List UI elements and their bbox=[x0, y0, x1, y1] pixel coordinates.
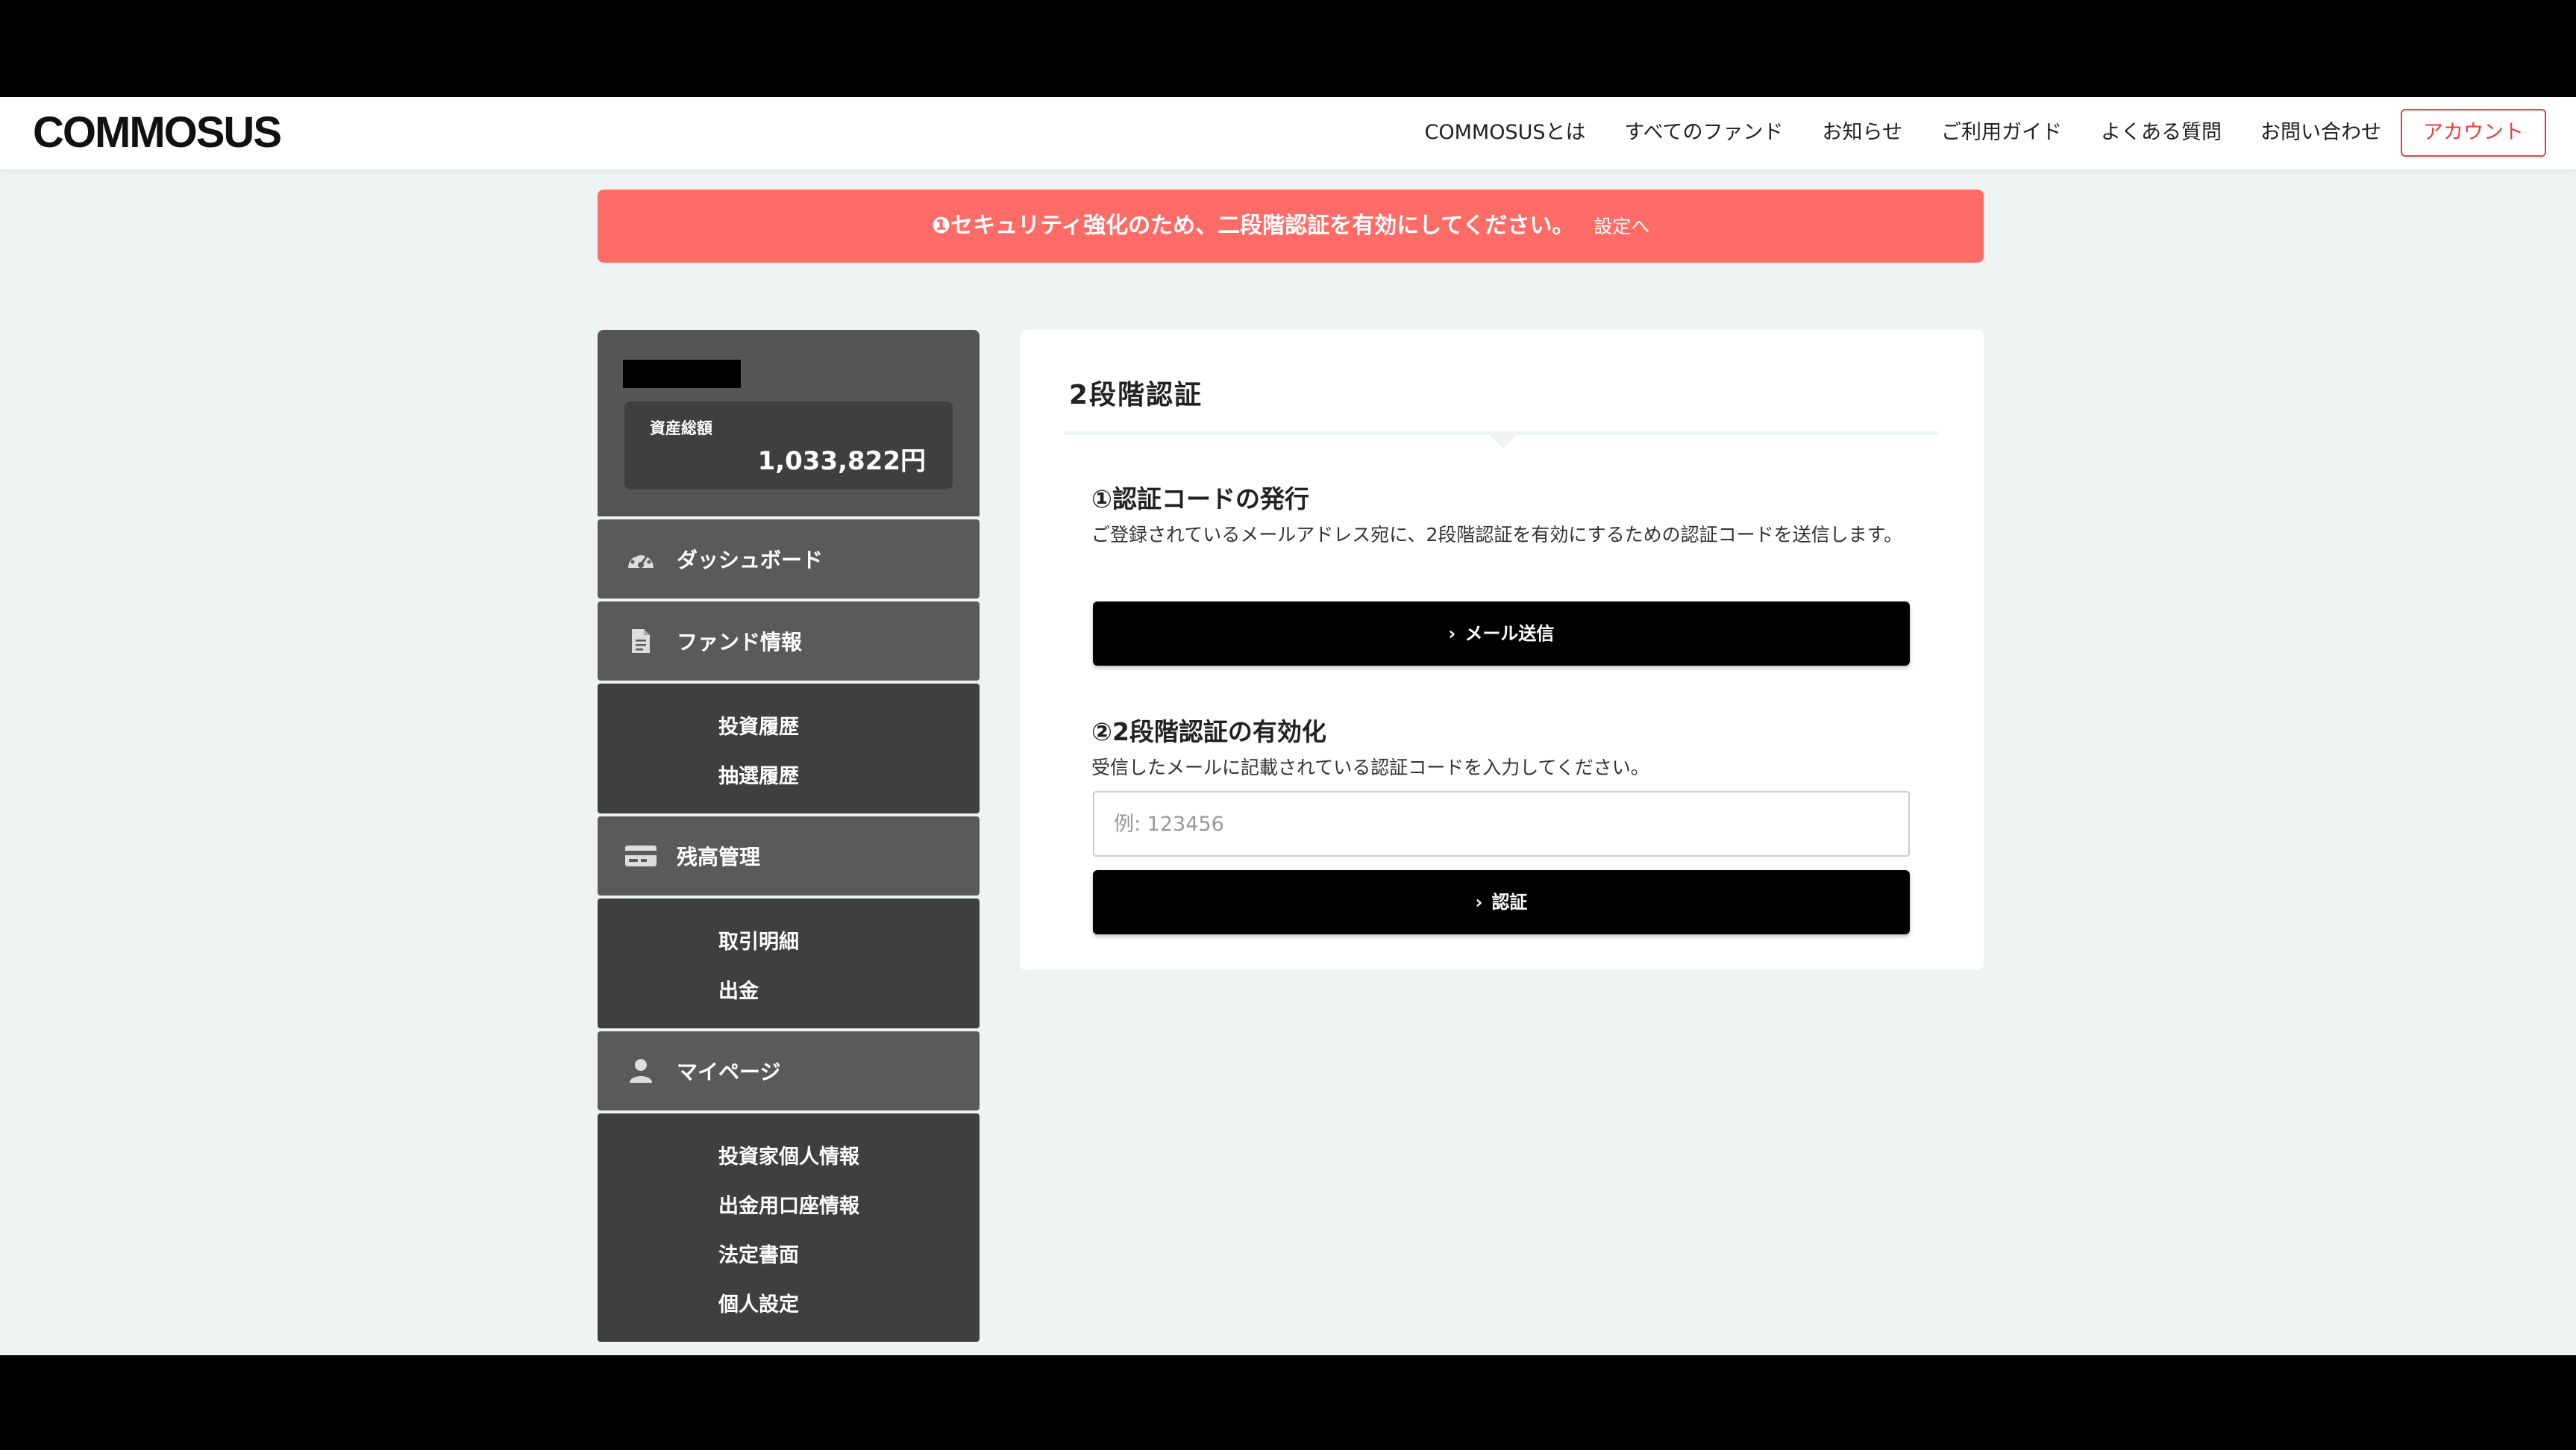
divider-notch bbox=[1490, 435, 1517, 449]
document-icon bbox=[624, 628, 657, 654]
asset-value: 1,033,822円 bbox=[757, 446, 926, 476]
verify-label: 認証 bbox=[1491, 892, 1528, 913]
sidebar-item-transactions[interactable]: 取引明細 bbox=[598, 918, 980, 967]
two-factor-card: 2段階認証 ①認証コードの発行 ご登録されているメールアドレス宛に、2段階認証を… bbox=[1020, 330, 1984, 970]
sidebar-item-label: 残高管理 bbox=[677, 845, 761, 869]
nav-about[interactable]: COMMOSUSとは bbox=[1425, 109, 1586, 157]
top-nav: COMMOSUSとは すべてのファンド お知らせ ご利用ガイド よくある質問 お… bbox=[1386, 109, 2546, 157]
redacted-username bbox=[623, 360, 741, 388]
send-email-button[interactable]: › メール送信 bbox=[1093, 601, 1910, 666]
step1-title: ①認証コードの発行 bbox=[1091, 484, 1309, 513]
dashboard-gauge-icon bbox=[624, 547, 657, 571]
user-icon bbox=[624, 1057, 657, 1084]
sidebar-submenu-fund-info: 投資履歴 抽選履歴 bbox=[598, 684, 980, 813]
top-header: COMMOSUS COMMOSUSとは すべてのファンド お知らせ ご利用ガイド… bbox=[0, 97, 2576, 169]
profile-panel: 資産総額 1,033,822円 bbox=[598, 330, 980, 516]
page: COMMOSUS COMMOSUSとは すべてのファンド お知らせ ご利用ガイド… bbox=[0, 97, 2576, 1355]
sidebar-item-personal-settings[interactable]: 個人設定 bbox=[598, 1281, 980, 1330]
sidebar-item-balance[interactable]: 残高管理 bbox=[598, 816, 980, 896]
step2-description: 受信したメールに記載されている認証コードを入力してください。 bbox=[1091, 757, 1649, 778]
nav-guide[interactable]: ご利用ガイド bbox=[1941, 109, 2062, 157]
asset-label: 資産総額 bbox=[650, 419, 712, 437]
nav-faq[interactable]: よくある質問 bbox=[2101, 109, 2222, 157]
sidebar-submenu-balance: 取引明細 出金 bbox=[598, 899, 980, 1028]
chevron-right-icon: › bbox=[1475, 892, 1483, 913]
page-title: 2段階認証 bbox=[1069, 380, 1203, 410]
sidebar-item-lottery-history[interactable]: 抽選履歴 bbox=[598, 752, 980, 801]
sidebar-submenu-mypage: 投資家個人情報 出金用口座情報 法定書面 個人設定 bbox=[598, 1113, 980, 1342]
sidebar-item-mypage[interactable]: マイページ bbox=[598, 1031, 980, 1110]
commosus-logo[interactable]: COMMOSUS bbox=[33, 107, 282, 157]
sidebar-item-label: ダッシュボード bbox=[677, 548, 824, 572]
sidebar-item-investment-history[interactable]: 投資履歴 bbox=[598, 703, 980, 752]
verify-button[interactable]: › 認証 bbox=[1093, 870, 1910, 934]
alert-settings-link[interactable]: 設定へ bbox=[1593, 216, 1649, 237]
sidebar-item-investor-info[interactable]: 投資家個人情報 bbox=[598, 1133, 980, 1182]
nav-contact[interactable]: お問い合わせ bbox=[2260, 109, 2381, 157]
alert-message: ❶セキュリティ強化のため、二段階認証を有効にしてください。 bbox=[931, 213, 1575, 239]
sidebar-item-dashboard[interactable]: ダッシュボード bbox=[598, 519, 980, 599]
sidebar: 資産総額 1,033,822円 ダッシュボード ファンド情報 投資履歴 抽選履歴… bbox=[598, 330, 980, 1342]
nav-news[interactable]: お知らせ bbox=[1823, 109, 1902, 157]
sidebar-item-fund-info[interactable]: ファンド情報 bbox=[598, 601, 980, 681]
nav-all-funds[interactable]: すべてのファンド bbox=[1625, 109, 1784, 157]
chevron-right-icon: › bbox=[1448, 623, 1456, 644]
sidebar-item-legal-documents[interactable]: 法定書面 bbox=[598, 1231, 980, 1281]
step2-title: ②2段階認証の有効化 bbox=[1091, 717, 1326, 746]
security-alert-banner: ❶セキュリティ強化のため、二段階認証を有効にしてください。 設定へ bbox=[598, 190, 1984, 263]
sidebar-item-label: マイページ bbox=[677, 1060, 781, 1084]
sidebar-item-bank-account[interactable]: 出金用口座情報 bbox=[598, 1182, 980, 1231]
asset-summary: 資産総額 1,033,822円 bbox=[624, 401, 953, 490]
sidebar-item-withdrawal[interactable]: 出金 bbox=[598, 967, 980, 1016]
auth-code-input[interactable] bbox=[1093, 791, 1910, 857]
step1-description: ご登録されているメールアドレス宛に、2段階認証を有効にするための認証コードを送信… bbox=[1091, 524, 1903, 546]
send-email-label: メール送信 bbox=[1464, 623, 1555, 644]
account-button[interactable]: アカウント bbox=[2401, 109, 2546, 157]
card-icon bbox=[624, 844, 657, 868]
sidebar-item-label: ファンド情報 bbox=[677, 630, 803, 654]
